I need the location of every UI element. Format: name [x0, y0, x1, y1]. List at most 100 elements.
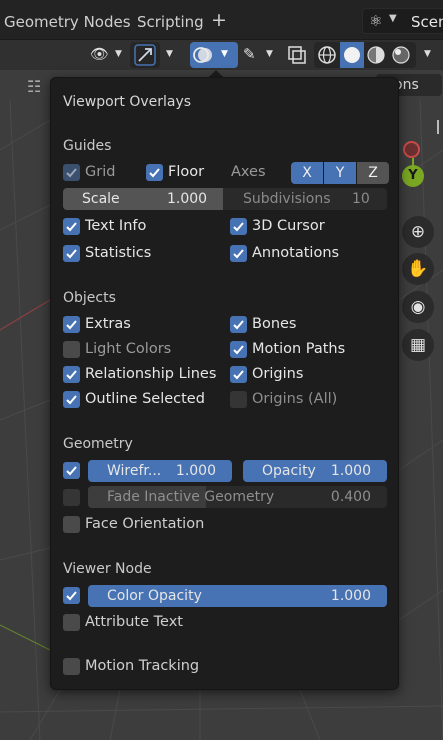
viewport-header: 👁 ▼ ▼ ▼ ✎ ▼ ▼	[0, 40, 443, 70]
zoom-icon[interactable]: ⊕	[402, 216, 434, 248]
color-opacity-label: Color Opacity	[107, 588, 202, 604]
text-info-checkbox[interactable]	[63, 218, 80, 235]
material-shading-icon[interactable]	[365, 44, 387, 66]
scene-selector[interactable]: ⚛ ▼ Scen	[362, 8, 443, 34]
gizmo-toggle-button[interactable]	[130, 42, 160, 68]
checkmark-icon	[66, 591, 77, 601]
wireframe-checkbox[interactable]	[63, 462, 80, 479]
checkmark-icon	[66, 320, 77, 330]
mesh-edit-overlay-dropdown[interactable]: ✎ ▼	[240, 42, 280, 68]
chevron-down-icon: ▼	[266, 49, 273, 59]
gizmo-dropdown[interactable]: ▼	[160, 42, 182, 68]
gizmo-y-axis[interactable]: Y	[402, 165, 424, 187]
axis-z-toggle[interactable]: Z	[357, 162, 389, 184]
checkmark-icon	[66, 249, 77, 259]
light-colors-checkbox[interactable]	[63, 341, 80, 358]
motion-tracking-checkbox[interactable]	[63, 658, 80, 675]
selection-tool-icon[interactable]: ☷	[27, 77, 41, 96]
wireframe-label: Wirefr...	[107, 463, 162, 479]
gizmo-x-axis[interactable]	[403, 141, 420, 158]
axis-y-toggle[interactable]: Y	[324, 162, 356, 184]
scene-name: Scen	[411, 13, 443, 31]
annotations-label: Annotations	[252, 245, 340, 261]
checkmark-icon	[66, 395, 77, 405]
chevron-down-icon: ▼	[115, 49, 122, 59]
color-opacity-slider[interactable]: Color Opacity 1.000	[88, 585, 387, 607]
statistics-checkbox[interactable]	[63, 245, 80, 262]
checkmark-icon	[66, 222, 77, 232]
attribute-text-checkbox[interactable]	[63, 614, 80, 631]
wireframe-slider[interactable]: Wirefr... 1.000	[88, 460, 232, 482]
perspective-grid-icon[interactable]: ▦	[402, 329, 434, 361]
checkmark-icon	[66, 168, 77, 178]
origins-checkbox[interactable]	[230, 366, 247, 383]
origins-label: Origins	[252, 366, 304, 382]
floor-checkbox[interactable]	[146, 164, 163, 181]
opacity-value: 1.000	[330, 463, 371, 479]
motion-paths-label: Motion Paths	[252, 341, 346, 357]
extras-checkbox[interactable]	[63, 316, 80, 333]
chevron-down-icon: ▼	[221, 49, 228, 59]
fade-inactive-value: 0.400	[330, 489, 371, 505]
rendered-shading-icon[interactable]	[390, 44, 412, 66]
checkmark-icon	[233, 222, 244, 232]
eye-icon: 👁	[90, 45, 110, 63]
checkmark-icon	[233, 249, 244, 259]
origins-all-checkbox[interactable]	[230, 391, 247, 408]
scale-value: 1.000	[167, 191, 208, 207]
chevron-down-icon: ▼	[424, 49, 431, 59]
statistics-label: Statistics	[85, 245, 152, 261]
add-workspace-button[interactable]: +	[211, 9, 227, 31]
overlays-toggle-button[interactable]: ▼	[190, 42, 238, 68]
relationship-lines-label: Relationship Lines	[85, 366, 217, 382]
wireframe-shading-icon[interactable]	[316, 44, 338, 66]
color-opacity-checkbox[interactable]	[63, 587, 80, 604]
annotations-checkbox[interactable]	[230, 245, 247, 262]
axes-label: Axes	[231, 164, 266, 180]
light-colors-label: Light Colors	[85, 341, 172, 357]
opacity-slider[interactable]: Opacity 1.000	[243, 460, 387, 482]
hand-pan-icon[interactable]: ✋	[402, 253, 434, 285]
subdivisions-value: 10	[352, 191, 370, 207]
motion-tracking-label: Motion Tracking	[85, 658, 200, 674]
workspace-tab-bar: Geometry Nodes Scripting + ⚛ ▼ Scen	[0, 0, 443, 40]
outline-selected-label: Outline Selected	[85, 391, 205, 407]
viewport-overlays-popover: Viewport Overlays Guides Grid Floor Axes…	[50, 77, 399, 690]
fade-inactive-label: Fade Inactive Geometry	[107, 489, 275, 505]
extras-label: Extras	[85, 316, 131, 332]
fade-inactive-checkbox[interactable]	[63, 489, 80, 506]
camera-view-icon[interactable]: ◉	[402, 291, 434, 323]
origins-all-label: Origins (All)	[252, 391, 338, 407]
shading-mode-group	[314, 42, 416, 68]
solid-shading-button[interactable]	[340, 42, 364, 68]
checkmark-icon	[233, 370, 244, 380]
outline-selected-checkbox[interactable]	[63, 391, 80, 408]
popover-title: Viewport Overlays	[63, 94, 192, 110]
section-viewer-node: Viewer Node	[63, 561, 152, 577]
3d-cursor-label: 3D Cursor	[252, 218, 325, 234]
3d-cursor-checkbox[interactable]	[230, 218, 247, 235]
chevron-down-icon: ▼	[166, 49, 173, 59]
subdivisions-label: Subdivisions	[243, 191, 331, 207]
xray-icon	[288, 46, 306, 64]
face-orientation-checkbox[interactable]	[63, 516, 80, 533]
xray-toggle-button[interactable]	[284, 42, 310, 68]
checkmark-icon	[233, 345, 244, 355]
sidebar-toggle-icon[interactable]	[437, 120, 443, 134]
axis-x-toggle[interactable]: X	[291, 162, 323, 184]
tab-geometry-nodes[interactable]: Geometry Nodes	[4, 13, 131, 31]
text-info-label: Text Info	[85, 218, 147, 234]
grid-label: Grid	[85, 164, 116, 180]
checkmark-icon	[66, 466, 77, 476]
eyedropper-icon: ✎	[243, 45, 256, 63]
tab-scripting[interactable]: Scripting	[137, 13, 204, 31]
overlays-icon	[193, 47, 212, 63]
relationship-lines-checkbox[interactable]	[63, 366, 80, 383]
shading-dropdown[interactable]: ▼	[418, 42, 440, 68]
visibility-dropdown[interactable]: 👁 ▼	[86, 42, 128, 68]
grid-checkbox[interactable]	[63, 164, 80, 181]
wireframe-value: 1.000	[175, 463, 216, 479]
motion-paths-checkbox[interactable]	[230, 341, 247, 358]
bones-checkbox[interactable]	[230, 316, 247, 333]
fade-inactive-slider[interactable]: Fade Inactive Geometry 0.400	[88, 486, 387, 508]
